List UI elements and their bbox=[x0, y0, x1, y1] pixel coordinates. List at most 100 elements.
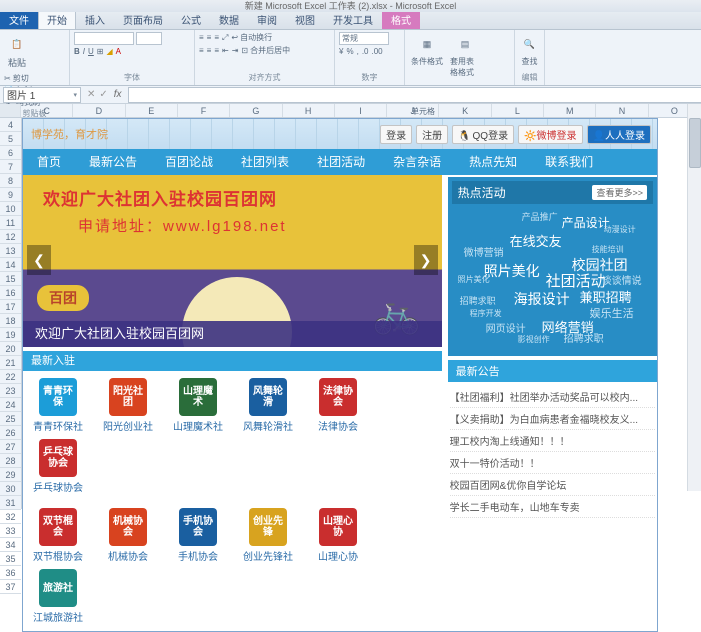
register-button[interactable]: 注册 bbox=[416, 125, 448, 144]
nav-item[interactable]: 杂言杂语 bbox=[379, 149, 455, 175]
cloud-tag[interactable]: 照片美化 bbox=[458, 274, 490, 287]
cloud-tag[interactable]: 招聘求职 bbox=[460, 294, 496, 308]
tab-layout[interactable]: 页面布局 bbox=[114, 9, 172, 29]
row-header[interactable]: 36 bbox=[0, 566, 21, 580]
row-header[interactable]: 27 bbox=[0, 440, 21, 454]
col-header[interactable]: L bbox=[492, 104, 544, 117]
row-header[interactable]: 10 bbox=[0, 202, 21, 216]
row-header[interactable]: 19 bbox=[0, 328, 21, 342]
row-header[interactable]: 22 bbox=[0, 370, 21, 384]
nav-item[interactable]: 热点先知 bbox=[455, 149, 531, 175]
tab-format[interactable]: 格式 bbox=[382, 9, 420, 29]
row-header[interactable]: 29 bbox=[0, 468, 21, 482]
col-header[interactable]: K bbox=[439, 104, 491, 117]
row-header[interactable]: 5 bbox=[0, 132, 21, 146]
qq-login-button[interactable]: QQ登录 bbox=[452, 125, 514, 144]
tab-insert[interactable]: 插入 bbox=[76, 9, 114, 29]
row-header[interactable]: 14 bbox=[0, 258, 21, 272]
cloud-tag[interactable]: 招聘求职 bbox=[564, 332, 604, 348]
announce-item[interactable]: 校园百团网&优你自学论坛 bbox=[450, 474, 655, 496]
tab-formula[interactable]: 公式 bbox=[172, 9, 210, 29]
row-header[interactable]: 16 bbox=[0, 286, 21, 300]
row-header[interactable]: 15 bbox=[0, 272, 21, 286]
club-item[interactable]: 法律协会法律协会 bbox=[303, 375, 373, 436]
row-header[interactable]: 21 bbox=[0, 356, 21, 370]
cloud-tag[interactable]: 照片美化 bbox=[484, 260, 540, 282]
login-button[interactable]: 登录 bbox=[380, 125, 412, 144]
col-header[interactable]: M bbox=[544, 104, 596, 117]
wrap-button[interactable]: ↩自动换行 bbox=[231, 32, 272, 43]
tab-home[interactable]: 开始 bbox=[38, 9, 76, 29]
banner-prev-button[interactable]: ❮ bbox=[27, 245, 51, 275]
row-header[interactable]: 7 bbox=[0, 160, 21, 174]
club-item[interactable]: 旅游社江城旅游社 bbox=[23, 566, 93, 627]
font-name-select[interactable] bbox=[74, 32, 134, 45]
paste-button[interactable]: 📋粘贴 bbox=[4, 32, 30, 70]
row-header[interactable]: 32 bbox=[0, 510, 21, 524]
row-header[interactable]: 33 bbox=[0, 524, 21, 538]
club-item[interactable]: 山理魔术山理魔术社 bbox=[163, 375, 233, 436]
renren-login-button[interactable]: 👤人人登录 bbox=[587, 125, 651, 144]
club-item[interactable]: 山理心协山理心协 bbox=[303, 505, 373, 566]
row-header[interactable]: 24 bbox=[0, 398, 21, 412]
italic-button[interactable]: I bbox=[83, 47, 85, 56]
orient-button[interactable]: ⤢ bbox=[222, 33, 228, 43]
currency-button[interactable]: ¥ bbox=[339, 47, 343, 56]
dec-dec-button[interactable]: .00 bbox=[371, 47, 382, 56]
club-item[interactable]: 青青环保青青环保社 bbox=[23, 375, 93, 436]
col-header[interactable]: D bbox=[73, 104, 125, 117]
row-header[interactable]: 18 bbox=[0, 314, 21, 328]
row-header[interactable]: 12 bbox=[0, 230, 21, 244]
font-color-button[interactable]: A bbox=[116, 47, 121, 56]
row-header[interactable]: 11 bbox=[0, 216, 21, 230]
club-item[interactable]: 双节棍会双节棍协会 bbox=[23, 505, 93, 566]
row-header[interactable]: 28 bbox=[0, 454, 21, 468]
col-header[interactable]: N bbox=[596, 104, 648, 117]
row-header[interactable]: 9 bbox=[0, 188, 21, 202]
row-header[interactable]: 25 bbox=[0, 412, 21, 426]
tab-view[interactable]: 视图 bbox=[286, 9, 324, 29]
col-header[interactable]: F bbox=[178, 104, 230, 117]
col-header[interactable]: J bbox=[387, 104, 439, 117]
bold-button[interactable]: B bbox=[74, 47, 80, 56]
name-box[interactable]: 图片 1▾ bbox=[3, 87, 81, 103]
indent-dec-button[interactable]: ⇤ bbox=[222, 46, 229, 55]
nav-item[interactable]: 百团论战 bbox=[151, 149, 227, 175]
table-format-button[interactable]: ▤套用表格格式 bbox=[448, 32, 482, 79]
fill-color-button[interactable]: ◢ bbox=[107, 47, 113, 56]
col-header[interactable]: I bbox=[335, 104, 387, 117]
formula-input[interactable] bbox=[128, 87, 701, 103]
comma-button[interactable]: , bbox=[357, 47, 359, 56]
border-button[interactable]: ⊞ bbox=[97, 47, 104, 56]
hot-more-link[interactable]: 查看更多>> bbox=[592, 185, 647, 200]
club-item[interactable]: 手机协会手机协会 bbox=[163, 505, 233, 566]
row-header[interactable]: 35 bbox=[0, 552, 21, 566]
nav-item[interactable]: 首页 bbox=[23, 149, 75, 175]
scrollbar-thumb[interactable] bbox=[689, 118, 701, 168]
indent-inc-button[interactable]: ⇥ bbox=[232, 46, 239, 55]
row-header[interactable]: 4 bbox=[0, 118, 21, 132]
align-bot-button[interactable]: ≡ bbox=[214, 33, 219, 42]
cloud-tag[interactable]: 影视创作 bbox=[518, 334, 550, 347]
embedded-image[interactable]: 博学苑，育才院 登录 注册 QQ登录 🔆微博登录 👤人人登录 首页最新公告百团论… bbox=[22, 118, 658, 632]
align-mid-button[interactable]: ≡ bbox=[207, 33, 212, 42]
row-header[interactable]: 13 bbox=[0, 244, 21, 258]
announce-item[interactable]: 双十一特价活动！！ bbox=[450, 452, 655, 474]
club-item[interactable]: 机械协会机械协会 bbox=[93, 505, 163, 566]
row-header[interactable]: 26 bbox=[0, 426, 21, 440]
row-header[interactable]: 23 bbox=[0, 384, 21, 398]
cloud-tag[interactable]: 产品设计 bbox=[562, 214, 610, 233]
nav-item[interactable]: 社团活动 bbox=[303, 149, 379, 175]
announce-item[interactable]: 【社团福利】社团举办活动奖品可以校内... bbox=[450, 386, 655, 408]
club-item[interactable]: 创业先锋创业先锋社 bbox=[233, 505, 303, 566]
banner-next-button[interactable]: ❯ bbox=[414, 245, 438, 275]
weibo-login-button[interactable]: 🔆微博登录 bbox=[518, 125, 582, 144]
cut-button[interactable]: ✂剪切 bbox=[4, 73, 40, 84]
row-header[interactable]: 17 bbox=[0, 300, 21, 314]
row-header[interactable]: 31 bbox=[0, 496, 21, 510]
cloud-tag[interactable]: 娱乐生活 bbox=[590, 306, 634, 324]
club-item[interactable]: 风舞轮滑风舞轮滑社 bbox=[233, 375, 303, 436]
find-button[interactable]: 🔍查找 bbox=[519, 32, 540, 68]
cancel-icon[interactable]: ✕ bbox=[87, 89, 95, 100]
percent-button[interactable]: % bbox=[346, 47, 353, 56]
